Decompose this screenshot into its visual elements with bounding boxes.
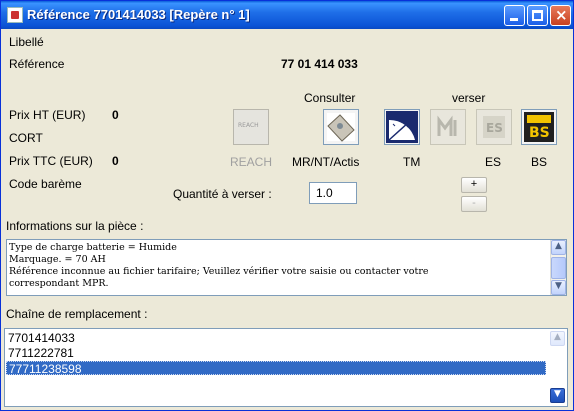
cort-label: CORT	[9, 131, 43, 145]
minimize-button[interactable]	[504, 5, 525, 26]
replacement-list[interactable]: 7701414033 7711222781 77711238598	[4, 328, 568, 407]
crm-button[interactable]	[430, 109, 466, 145]
libelle-label: Libellé	[9, 35, 44, 49]
mrntactis-label: MR/NT/Actis	[292, 155, 360, 169]
clock-gauge-icon	[386, 111, 418, 143]
prix-ttc-value: 0	[112, 154, 119, 168]
scroll-up-button[interactable]: ▲	[551, 240, 566, 255]
maximize-icon	[532, 10, 543, 21]
es-icon: ES	[483, 116, 505, 138]
bs-button[interactable]: BS	[521, 109, 557, 145]
consulter-label: Consulter	[304, 91, 356, 105]
minimize-icon	[510, 18, 518, 21]
informations-label: Informations sur la pièce :	[6, 219, 144, 233]
maximize-button[interactable]	[527, 5, 548, 26]
info-line: Référence inconnue au fichier tarifaire;…	[9, 266, 429, 277]
reference-value: 77 01 414 033	[281, 57, 358, 71]
close-icon: ×	[555, 6, 568, 24]
close-button[interactable]: ×	[550, 5, 571, 26]
quantite-label: Quantité à verser :	[173, 187, 272, 201]
scroll-thumb[interactable]	[551, 257, 566, 279]
list-item-selected[interactable]: 77711238598	[6, 361, 546, 376]
list-item[interactable]: 7711222781	[6, 346, 546, 360]
prix-ttc-label: Prix TTC (EUR)	[9, 154, 93, 168]
reach-icon: REACH	[233, 109, 269, 145]
info-line: Type de charge batterie = Humide	[9, 242, 177, 253]
window-title: Référence 7701414033 [Repère n° 1]	[27, 7, 250, 22]
reference-label: Référence	[9, 57, 65, 71]
bs-icon: BS	[524, 112, 554, 142]
bs-label: BS	[531, 155, 548, 169]
reach-label: REACH	[230, 155, 273, 169]
quantity-input[interactable]: 1.0	[309, 182, 357, 204]
tm-label: TM	[403, 155, 421, 169]
chaine-label: Chaîne de remplacement :	[6, 307, 148, 321]
tm-button[interactable]	[384, 109, 420, 145]
increment-button[interactable]: +	[461, 177, 487, 193]
verser-label: verser	[452, 91, 486, 105]
svg-text:ES: ES	[486, 121, 503, 135]
title-bar[interactable]: Référence 7701414033 [Repère n° 1] ×	[1, 1, 573, 29]
list-scroll-up-button[interactable]: ▲	[550, 331, 565, 346]
app-icon	[7, 7, 23, 23]
crm-icon	[437, 115, 457, 136]
list-item[interactable]: 7701414033	[6, 331, 546, 345]
code-bareme-label: Code barème	[9, 177, 82, 191]
mrntactis-button[interactable]	[323, 109, 359, 145]
es-button[interactable]: ES	[476, 109, 512, 145]
decrement-button[interactable]: -	[461, 196, 487, 212]
es-label: ES	[485, 155, 502, 169]
scroll-down-button[interactable]: ▼	[551, 280, 566, 295]
info-line: Marquage. = 70 AH	[9, 254, 106, 265]
list-scroll-down-button[interactable]: ▼	[550, 388, 565, 403]
info-textarea[interactable]: Type de charge batterie = Humide Marquag…	[6, 239, 567, 296]
prix-ht-value: 0	[112, 108, 119, 122]
reference-window: Référence 7701414033 [Repère n° 1] × Lib…	[0, 0, 574, 411]
document-pin-icon	[327, 113, 355, 142]
prix-ht-label: Prix HT (EUR)	[9, 108, 86, 122]
info-line: correspondant MPR.	[9, 278, 109, 289]
info-scrollbar[interactable]: ▲ ▼	[550, 240, 566, 295]
svg-text:BS: BS	[529, 125, 550, 141]
